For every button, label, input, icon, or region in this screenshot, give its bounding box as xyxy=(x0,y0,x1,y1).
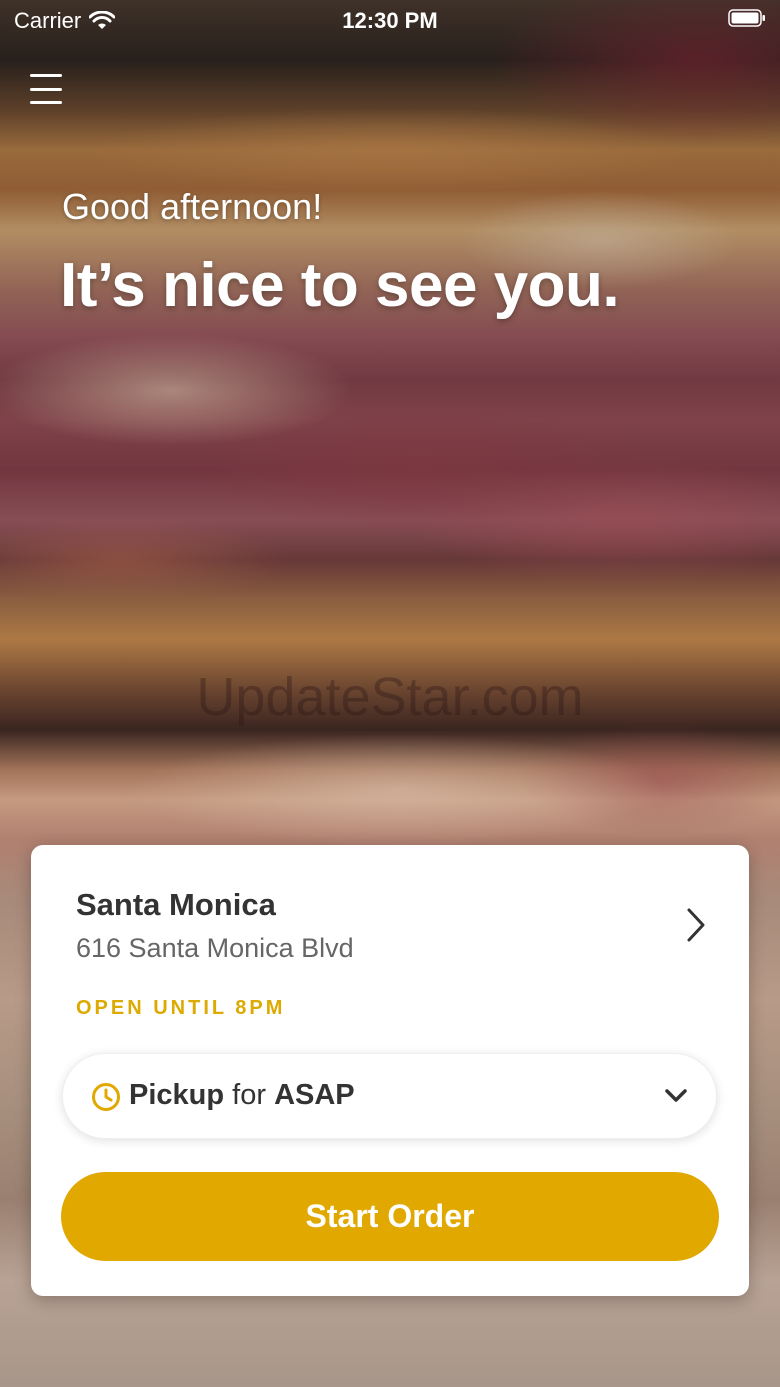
greeting-text: Good afternoon! xyxy=(62,186,323,227)
watermark: UpdateStar.com xyxy=(196,667,584,727)
battery-icon xyxy=(728,9,765,27)
menu-line xyxy=(30,101,62,104)
clock-icon xyxy=(92,1083,120,1111)
welcome-headline: It’s nice to see you. xyxy=(60,251,620,320)
start-order-button[interactable]: Start Order xyxy=(61,1172,719,1261)
menu-line xyxy=(30,74,62,77)
hamburger-menu-icon[interactable] xyxy=(30,74,62,104)
order-type-label: Pickup for ASAP xyxy=(129,1079,355,1112)
location-selector[interactable]: Santa Monica 616 Santa Monica Blvd xyxy=(31,845,749,975)
chevron-right-icon xyxy=(687,908,705,942)
location-name: Santa Monica xyxy=(76,887,276,922)
store-hours: OPEN UNTIL 8PM xyxy=(76,997,286,1019)
location-card: Santa Monica 616 Santa Monica Blvd OPEN … xyxy=(31,845,749,1296)
order-type-dropdown[interactable]: Pickup for ASAP xyxy=(62,1053,717,1139)
order-connector: for xyxy=(232,1079,266,1111)
order-mode: Pickup xyxy=(129,1079,225,1111)
location-address: 616 Santa Monica Blvd xyxy=(76,933,354,963)
menu-line xyxy=(30,87,62,91)
status-bar: Carrier 12:30 PM xyxy=(0,0,780,40)
order-time: ASAP xyxy=(274,1079,355,1111)
status-time: 12:30 PM xyxy=(342,8,438,33)
chevron-down-icon xyxy=(665,1089,687,1102)
